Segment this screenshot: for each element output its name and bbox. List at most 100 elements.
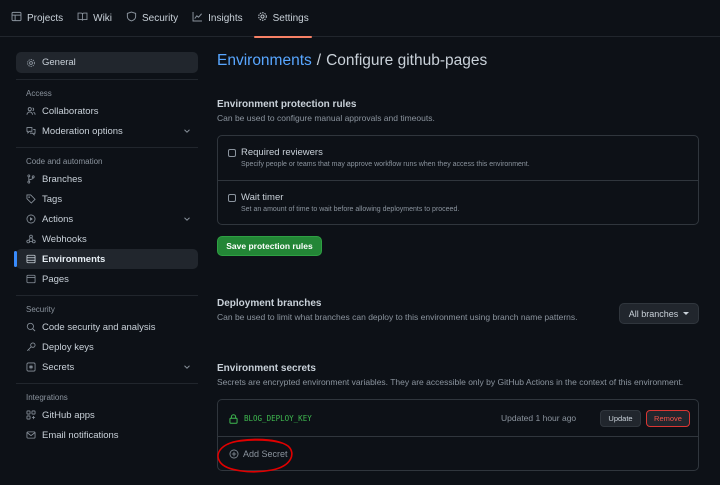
sidebar-heading-security: Security [26, 304, 55, 314]
sidebar-item-label: Moderation options [42, 125, 123, 137]
environment-secrets-desc: Secrets are encrypted environment variab… [217, 377, 684, 387]
protection-rules-header: Environment protection rules Can be used… [217, 99, 435, 123]
gear-icon [257, 11, 268, 25]
comment-discussion-icon [26, 126, 36, 136]
sidebar-item-label: Deploy keys [42, 341, 94, 353]
book-icon [77, 11, 88, 25]
required-reviewers-checkbox[interactable] [228, 149, 236, 157]
sidebar-item-secrets[interactable]: Secrets [16, 357, 198, 377]
divider [218, 180, 698, 181]
deployment-branches-title: Deployment branches [217, 298, 322, 309]
lock-icon [229, 414, 238, 424]
apps-icon [26, 410, 36, 420]
sidebar-item-label: Collaborators [42, 105, 99, 117]
environment-title: Configure github-pages [326, 52, 488, 69]
webhook-icon [26, 234, 36, 244]
sidebar-heading-access: Access [26, 88, 52, 98]
page-title: Environments / Configure github-pages [217, 48, 699, 74]
tab-insights[interactable]: Insights [185, 0, 249, 37]
sidebar-item-email-notifications[interactable]: Email notifications [16, 425, 198, 445]
sidebar-heading-code: Code and automation [26, 156, 103, 166]
add-secret-button[interactable]: Add Secret [229, 449, 288, 459]
environment-secrets-title: Environment secrets [217, 363, 316, 374]
sidebar-item-label: Branches [42, 173, 83, 185]
sidebar-item-label: Pages [42, 273, 69, 285]
settings-sidebar: General Access Collaborators Moderation … [14, 52, 198, 445]
chevron-down-icon[interactable] [182, 126, 192, 136]
graph-icon [192, 11, 203, 25]
protection-rules-desc: Can be used to configure manual approval… [217, 113, 435, 123]
sidebar-item-label: Webhooks [42, 233, 87, 245]
deployment-branches-desc: Can be used to limit what branches can d… [217, 312, 578, 322]
wait-timer-checkbox[interactable] [228, 194, 236, 202]
tab-label: Projects [27, 12, 64, 24]
tab-wiki[interactable]: Wiki [70, 0, 119, 37]
sidebar-item-github-apps[interactable]: GitHub apps [16, 405, 198, 425]
breadcrumb-environments[interactable]: Environments [217, 52, 312, 70]
rule-desc: Set an amount of time to wait before all… [241, 206, 460, 213]
secret-name: BLOG_DEPLOY_KEY [244, 414, 312, 423]
shield-icon [126, 11, 137, 25]
sidebar-item-label: Tags [42, 193, 63, 205]
sidebar-item-label: Secrets [42, 361, 75, 373]
sidebar-item-branches[interactable]: Branches [16, 169, 198, 189]
sidebar-item-pages[interactable]: Pages [16, 269, 198, 289]
chevron-down-icon[interactable] [182, 362, 192, 372]
rule-title: Required reviewers [241, 147, 323, 158]
sidebar-item-tags[interactable]: Tags [16, 189, 198, 209]
repo-nav: Projects Wiki Security Insights Settings [0, 0, 720, 38]
divider [16, 295, 198, 296]
save-protection-rules-button[interactable]: Save protection rules [217, 236, 322, 256]
sidebar-item-label: Email notifications [42, 429, 119, 441]
add-secret-label: Add Secret [243, 449, 288, 459]
protection-rules-title: Environment protection rules [217, 99, 357, 110]
sidebar-heading-integrations: Integrations [26, 392, 68, 402]
breadcrumb-separator: / [316, 52, 322, 69]
deployment-branches-header: Deployment branches Can be used to limit… [217, 298, 578, 322]
divider [16, 147, 198, 148]
codescan-icon [26, 322, 36, 332]
all-branches-dropdown[interactable]: All branches [619, 303, 699, 324]
sidebar-item-label: Environments [42, 253, 106, 265]
sidebar-item-environments[interactable]: Environments [14, 249, 198, 269]
sidebar-item-label: General [42, 57, 76, 68]
sidebar-item-label: Actions [42, 213, 74, 225]
caret-down-icon [683, 312, 690, 315]
mail-icon [26, 430, 36, 440]
tab-projects[interactable]: Projects [4, 0, 70, 37]
sidebar-item-moderation[interactable]: Moderation options [16, 121, 198, 141]
environment-secrets-header: Environment secrets Secrets are encrypte… [217, 363, 683, 387]
tab-label: Security [142, 12, 179, 24]
key-icon [26, 342, 36, 352]
play-icon [26, 214, 36, 224]
sidebar-item-actions[interactable]: Actions [16, 209, 198, 229]
tab-settings[interactable]: Settings [250, 0, 316, 38]
divider [16, 383, 198, 384]
tab-security[interactable]: Security [119, 0, 185, 37]
main-content: Environments / Configure github-pages En… [217, 48, 699, 471]
list-item: BLOG_DEPLOY_KEY Updated 1 hour ago Updat… [218, 400, 698, 437]
plus-circle-icon [229, 449, 239, 459]
update-secret-button[interactable]: Update [600, 410, 641, 427]
tag-icon [26, 194, 36, 204]
tab-label: Wiki [93, 12, 113, 24]
git-branch-icon [26, 174, 36, 184]
sidebar-item-general[interactable]: General [16, 52, 198, 73]
rule-title: Wait timer [241, 192, 284, 203]
sidebar-item-code-security[interactable]: Code security and analysis [16, 317, 198, 337]
remove-secret-button[interactable]: Remove [646, 410, 690, 427]
secret-updated: Updated 1 hour ago [501, 413, 577, 423]
sidebar-item-collaborators[interactable]: Collaborators [16, 101, 198, 121]
sidebar-item-deploy-keys[interactable]: Deploy keys [16, 337, 198, 357]
tab-label: Insights [208, 12, 243, 24]
sidebar-item-webhooks[interactable]: Webhooks [16, 229, 198, 249]
tab-label: Settings [272, 12, 309, 24]
rule-desc: Specify people or teams that may approve… [241, 161, 530, 168]
sidebar-item-label: GitHub apps [42, 409, 95, 421]
protection-rules-box: Required reviewers Specify people or tea… [217, 135, 699, 225]
people-icon [26, 106, 36, 116]
chevron-down-icon[interactable] [182, 214, 192, 224]
asterisk-icon [26, 362, 36, 372]
sidebar-item-label: Code security and analysis [42, 321, 156, 333]
secrets-list: BLOG_DEPLOY_KEY Updated 1 hour ago Updat… [217, 399, 699, 471]
